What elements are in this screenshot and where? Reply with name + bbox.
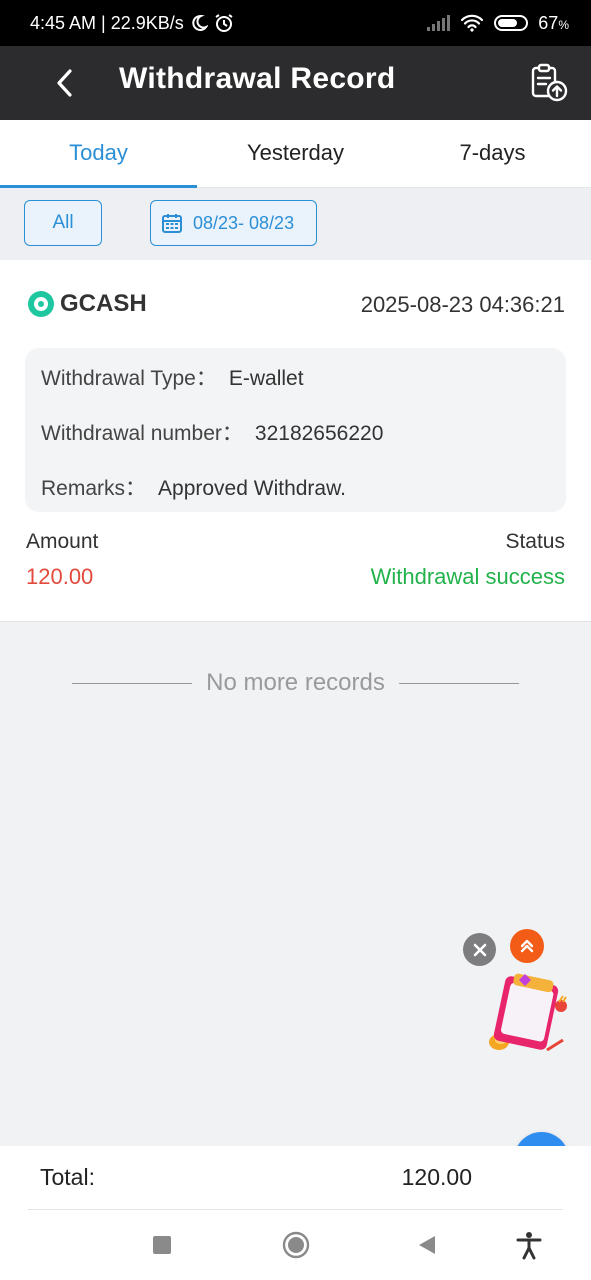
battery-value: 67 (538, 12, 559, 33)
battery-level: 67% (538, 13, 569, 34)
signal-icon (427, 15, 451, 31)
tab-yesterday[interactable]: Yesterday (197, 120, 394, 187)
alarm-icon (215, 14, 233, 32)
withdrawal-number-row: Withdrawal number： 32182656220 (41, 417, 383, 447)
wifi-icon (461, 14, 484, 32)
total-bar: Total: 120.00 (0, 1146, 591, 1210)
divider-left (72, 682, 193, 684)
scroll-top-button[interactable] (510, 929, 544, 963)
remarks-label: Remarks： (41, 477, 147, 500)
withdrawal-number-label: Withdrawal number： (41, 422, 243, 445)
withdrawal-number-value: 32182656220 (254, 422, 384, 445)
app-header: Withdrawal Record (0, 46, 591, 120)
remarks-row: Remarks： Approved Withdraw. (41, 472, 346, 502)
amount-value: 120.00 (26, 564, 94, 589)
double-chevron-up-icon (520, 939, 534, 953)
gift-box-promo-icon[interactable] (485, 970, 575, 1060)
system-nav-bar (0, 1210, 591, 1280)
battery-unit: % (558, 17, 569, 32)
status-left: 4:45 AM | 22.9KB/s (30, 13, 234, 34)
nav-back-button[interactable] (410, 1228, 444, 1262)
all-filter-button[interactable]: All (24, 200, 102, 246)
clipboard-upload-icon[interactable] (528, 62, 570, 104)
record-datetime: 2025-08-23 04:36:21 (360, 292, 565, 317)
back-arrow-icon[interactable] (50, 66, 82, 100)
status-badge: Withdrawal success (370, 564, 565, 589)
provider: GCASH (28, 290, 147, 318)
close-icon (473, 943, 486, 956)
status-label: Status (505, 530, 565, 553)
date-tabs: Today Yesterday 7-days (0, 120, 591, 188)
nav-home-button[interactable] (279, 1228, 313, 1262)
divider-right (398, 682, 519, 684)
provider-name: GCASH (60, 290, 147, 317)
square-icon (153, 1236, 171, 1254)
status-time-speed: 4:45 AM | 22.9KB/s (30, 12, 184, 33)
withdrawal-record-card[interactable]: GCASH 2025-08-23 04:36:21 Withdrawal Typ… (0, 260, 591, 622)
no-more-records-text: No more records (206, 669, 385, 696)
circle-home-icon (282, 1231, 310, 1259)
accessibility-icon (516, 1232, 542, 1260)
tab-today[interactable]: Today (0, 120, 197, 188)
page-title: Withdrawal Record (119, 62, 396, 95)
status-bar: 4:45 AM | 22.9KB/s 67% (0, 0, 591, 46)
total-value: 120.00 (401, 1164, 472, 1190)
remarks-value: Approved Withdraw. (158, 477, 346, 500)
no-more-records: No more records (0, 666, 591, 700)
tab-7-days[interactable]: 7-days (394, 120, 591, 187)
withdrawal-type-row: Withdrawal Type： E-wallet (41, 362, 304, 392)
battery-icon (494, 15, 529, 31)
withdrawal-type-label: Withdrawal Type： (41, 367, 217, 390)
gcash-logo-icon (28, 291, 54, 317)
nav-recents-button[interactable] (145, 1228, 179, 1262)
moon-icon (192, 14, 208, 31)
withdrawal-type-value: E-wallet (228, 367, 304, 390)
status-right: 67% (427, 13, 569, 34)
nav-accessibility-button[interactable] (512, 1228, 546, 1262)
amount-label: Amount (26, 530, 99, 553)
date-range-button[interactable]: 08/23- 08/23 (150, 200, 317, 246)
total-label: Total: (40, 1164, 95, 1190)
record-details: Withdrawal Type： E-wallet Withdrawal numb… (25, 348, 566, 512)
filter-bar: All 08/23- 08/23 (0, 188, 591, 260)
triangle-back-icon (419, 1236, 435, 1254)
date-range-label: 08/23- 08/23 (193, 212, 295, 233)
calendar-icon (162, 214, 182, 233)
close-promo-button[interactable] (463, 933, 496, 966)
